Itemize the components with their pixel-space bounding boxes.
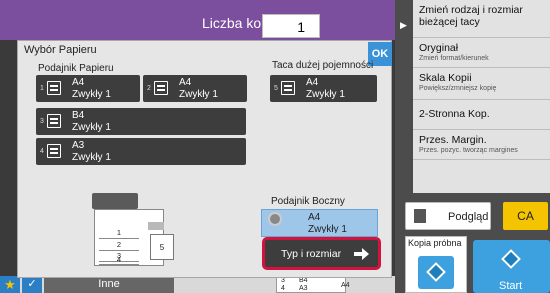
clear-all-button[interactable]: CA xyxy=(503,202,548,230)
paper-tray-icon xyxy=(47,81,61,95)
proof-copy-button[interactable] xyxy=(418,256,454,289)
mini-tray-num: 4 xyxy=(281,285,285,292)
tray-type: Zwykły 1 xyxy=(306,89,345,100)
tray-size: A4 xyxy=(306,77,319,88)
menu-item-2-sided[interactable]: 2-Stronna Kop. xyxy=(413,100,550,130)
paper-tray-icon xyxy=(281,81,295,95)
menu-item-copy-ratio[interactable]: Skala Kopii Powiększ/zmniejsz kopię xyxy=(413,68,550,100)
type-and-size-label: Typ i rozmiar xyxy=(281,248,342,260)
mini-tray-status: 3 B4 4 A3 xyxy=(276,276,346,293)
tray-1-button[interactable]: 1 A4 Zwykły 1 xyxy=(36,75,140,102)
menu-item-title: Przes. Margin. xyxy=(419,134,487,146)
expand-menu-icon[interactable]: ▶ xyxy=(400,20,407,31)
preview-icon xyxy=(414,209,426,223)
paper-tray-icon xyxy=(47,144,61,158)
proof-copy-label: Kopia próbna xyxy=(408,238,462,248)
bypass-tray-icon xyxy=(268,212,282,226)
tray-5-button[interactable]: 5 A4 Zwykły 1 xyxy=(270,75,377,102)
large-capacity-tray-label: Taca dużej pojemności xyxy=(272,60,374,71)
check-icon[interactable]: ✓ xyxy=(22,276,42,293)
bypass-tray-label: Podajnik Boczny xyxy=(271,196,345,207)
menu-item-title: 2-Stronna Kop. xyxy=(419,108,490,120)
menu-item-change-tray[interactable]: Zmień rodzaj i rozmiar bieżącej tacy xyxy=(413,0,550,38)
tray-type: Zwykły 1 xyxy=(72,89,111,100)
tray-size: B4 xyxy=(72,110,85,121)
paper-tray-icon xyxy=(47,114,61,128)
tray-number: 3 xyxy=(40,118,44,125)
type-and-size-button[interactable]: Typ i rozmiar xyxy=(262,237,381,270)
menu-item-subtitle: Powiększ/zmniejsz kopię xyxy=(419,85,497,92)
menu-item-title: Zmień rodzaj i rozmiar bieżącej tacy xyxy=(419,4,523,28)
menu-item-original[interactable]: Oryginał Zmień format/kierunek xyxy=(413,38,550,68)
copies-input[interactable]: 1 xyxy=(262,14,320,38)
paper-trays-label: Podajnik Papieru xyxy=(38,63,114,74)
machine-scanner-illustration xyxy=(92,193,138,209)
paper-tray-icon xyxy=(154,81,168,95)
mini-tray-num: 3 xyxy=(281,277,285,284)
start-diamond-icon xyxy=(501,249,521,269)
tray-number: 1 xyxy=(40,85,44,92)
mini-tray-size: A3 xyxy=(299,285,308,292)
start-diamond-icon xyxy=(426,262,446,282)
tray-3-button[interactable]: 3 B4 Zwykły 1 xyxy=(36,108,246,135)
tray-size: A3 xyxy=(72,140,85,151)
tray-type: Zwykły 1 xyxy=(179,89,218,100)
arrow-right-icon xyxy=(354,248,372,260)
machine-drawer: 1 xyxy=(99,227,139,239)
preview-label: Podgląd xyxy=(448,211,489,223)
tray-number: 2 xyxy=(147,85,151,92)
dialog-title: Wybór Papieru xyxy=(24,44,97,56)
tray-size: A4 xyxy=(179,77,192,88)
start-label: Start xyxy=(499,280,523,292)
menu-item-subtitle: Przes. pozyc. tworząc margines xyxy=(419,147,518,154)
bypass-tray-type: Zwykły 1 xyxy=(308,224,347,233)
other-button[interactable]: Inne xyxy=(44,276,174,293)
machine-output-tray xyxy=(148,222,164,230)
tray-size: A4 xyxy=(72,77,85,88)
tray-2-button[interactable]: 2 A4 Zwykły 1 xyxy=(143,75,247,102)
menu-item-margin-shift[interactable]: Przes. Margin. Przes. pozyc. tworząc mar… xyxy=(413,130,550,160)
tray-type: Zwykły 1 xyxy=(72,122,111,133)
menu-item-subtitle: Zmień format/kierunek xyxy=(419,55,489,62)
menu-item-title: Skala Kopii xyxy=(419,72,472,84)
machine-side-tray: 5 xyxy=(150,234,174,260)
tray-number: 5 xyxy=(274,85,278,92)
tray-type: Zwykły 1 xyxy=(72,152,111,163)
top-bar xyxy=(0,0,395,40)
mini-tray-size: A4 xyxy=(341,282,350,289)
tray-number: 4 xyxy=(40,148,44,155)
bypass-tray-size: A4 xyxy=(308,212,321,223)
preview-button[interactable]: Podgląd xyxy=(405,202,491,230)
tray-4-button[interactable]: 4 A3 Zwykły 1 xyxy=(36,138,246,165)
machine-drawer: 4 xyxy=(99,254,139,265)
menu-item-title: Oryginał xyxy=(419,42,459,54)
mini-tray-size: B4 xyxy=(299,277,308,284)
favorite-star-icon[interactable]: ★ xyxy=(0,276,20,293)
